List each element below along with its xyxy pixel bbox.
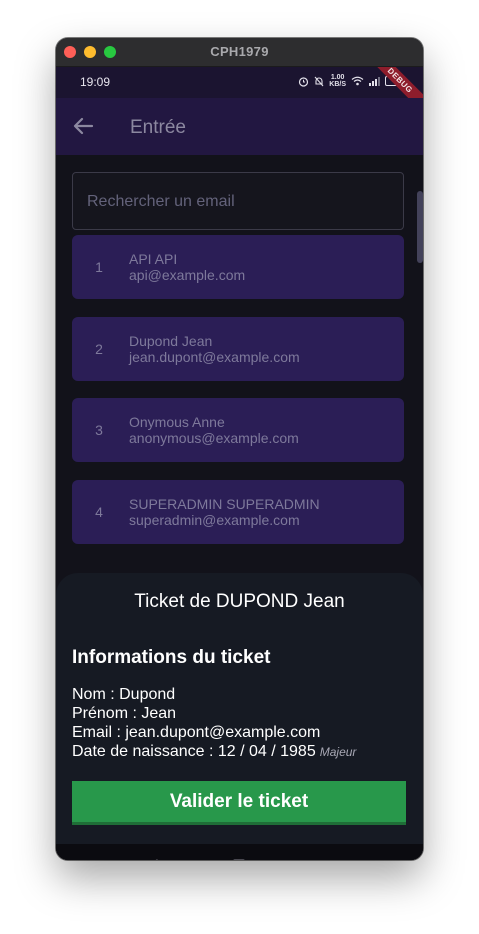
menu-lines-icon <box>318 857 336 860</box>
system-nav-bar <box>56 844 423 860</box>
status-time: 19:09 <box>80 75 111 89</box>
bell-off-icon <box>314 76 324 86</box>
app-bar: Entrée <box>56 98 423 155</box>
signal-icon <box>369 76 380 86</box>
page-title: Entrée <box>130 117 186 138</box>
ticket-birthdate-row: Date de naissance : 12 / 04 / 1985 Majeur <box>72 743 356 761</box>
user-name: API API <box>129 251 178 267</box>
sheet-title: Ticket de DUPOND Jean <box>134 591 345 612</box>
user-email: anonymous@example.com <box>129 430 299 446</box>
network-speed-value: 1.00 <box>330 74 345 81</box>
adult-badge: Majeur <box>319 745 357 759</box>
ticket-email: Email : jean.dupont@example.com <box>72 724 321 741</box>
ticket-birthdate: Date de naissance : 12 / 04 / 1985 <box>72 743 316 760</box>
window-title: CPH1979 <box>210 44 269 59</box>
ticket-bottom-sheet: Ticket de DUPOND Jean Informations du ti… <box>56 573 423 844</box>
search-field[interactable] <box>72 172 404 231</box>
nav-menu-button[interactable] <box>318 857 336 860</box>
user-name: Dupond Jean <box>129 333 213 349</box>
window-titlebar: CPH1979 <box>56 38 423 67</box>
user-email: jean.dupont@example.com <box>129 349 300 365</box>
wifi-icon <box>351 76 364 86</box>
device-window: CPH1979 19:09 1.00 KB/S DEBUG Entrée Rec… <box>56 38 423 860</box>
user-name: Onymous Anne <box>129 414 225 430</box>
user-index: 1 <box>95 259 103 275</box>
square-home-icon <box>233 859 245 860</box>
user-email: superadmin@example.com <box>129 512 300 528</box>
validate-ticket-button[interactable]: Valider le ticket <box>72 781 406 825</box>
search-input[interactable] <box>85 173 389 231</box>
arrow-left-icon <box>73 117 94 135</box>
alarm-icon <box>299 76 309 87</box>
scrollbar[interactable] <box>417 191 423 263</box>
status-bar: 19:09 1.00 KB/S DEBUG <box>56 67 423 117</box>
triangle-back-icon <box>155 859 158 860</box>
nav-back-button[interactable] <box>144 857 162 860</box>
list-item[interactable]: 2 Dupond Jean jean.dupont@example.com <box>72 317 404 381</box>
phone-screen: 19:09 1.00 KB/S DEBUG Entrée Rechercher … <box>56 67 423 860</box>
ticket-last-name: Nom : Dupond <box>72 686 176 703</box>
ticket-info-heading: Informations du ticket <box>72 647 271 668</box>
list-item[interactable]: 4 SUPERADMIN SUPERADMIN superadmin@examp… <box>72 480 404 544</box>
user-index: 4 <box>95 504 103 520</box>
back-button[interactable] <box>70 114 98 138</box>
list-item[interactable]: 1 API API api@example.com <box>72 235 404 299</box>
network-speed: 1.00 KB/S <box>329 74 346 88</box>
nav-home-button[interactable] <box>230 857 248 860</box>
network-speed-unit: KB/S <box>329 81 346 88</box>
user-index: 3 <box>95 422 103 438</box>
ticket-first-name: Prénom : Jean <box>72 705 177 722</box>
user-index: 2 <box>95 341 103 357</box>
list-item[interactable]: 3 Onymous Anne anonymous@example.com <box>72 398 404 462</box>
user-email: api@example.com <box>129 267 246 283</box>
user-name: SUPERADMIN SUPERADMIN <box>129 496 320 512</box>
